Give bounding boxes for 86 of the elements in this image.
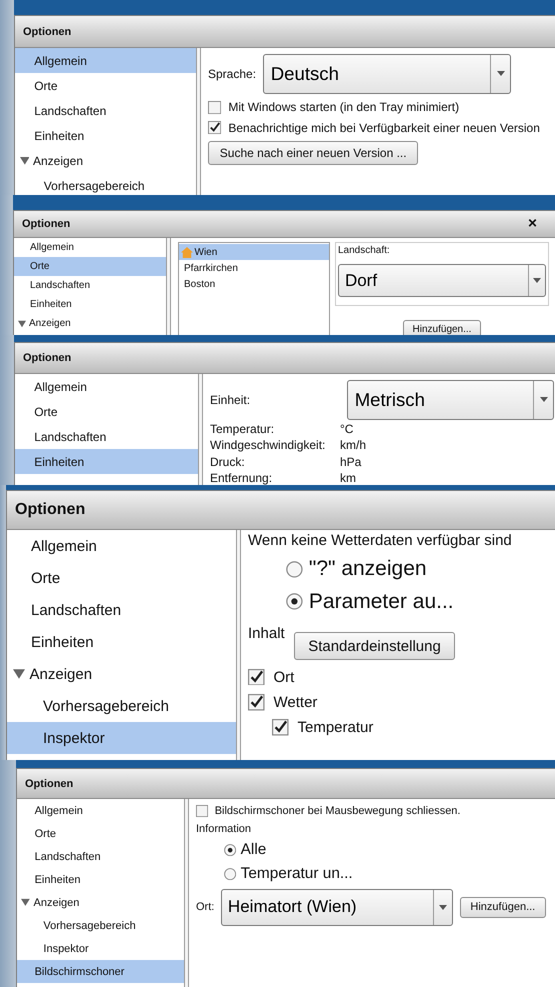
section-label: Information xyxy=(196,823,252,836)
list-item[interactable]: Boston xyxy=(179,276,329,292)
sidebar-item[interactable]: Einheiten xyxy=(14,295,166,314)
action-button[interactable]: Standardeinstellung xyxy=(294,632,456,660)
window-title: Optionen xyxy=(15,501,86,519)
unit-value: hPa xyxy=(340,454,362,469)
sidebar-item[interactable]: Landschaften xyxy=(7,594,236,626)
dropdown[interactable]: Dorf xyxy=(338,264,546,297)
radio-label: Alle xyxy=(240,841,266,860)
checkbox-label: Temperatur xyxy=(298,719,374,736)
sidebar-item[interactable]: Landschaften xyxy=(14,276,166,295)
sidebar-item[interactable]: Einheiten xyxy=(15,123,196,148)
sidebar-item[interactable]: Orte xyxy=(14,257,166,276)
sidebar-item[interactable]: Vorhersagebereich xyxy=(7,690,236,722)
sidebar-item[interactable]: Einheiten xyxy=(7,626,236,658)
sidebar-item[interactable]: Landschaften xyxy=(15,98,196,123)
field-label: Ort: xyxy=(196,901,214,914)
checkbox[interactable] xyxy=(248,668,264,686)
caret-icon xyxy=(533,278,541,283)
radio-label: "?" anzeigen xyxy=(308,557,427,582)
checkbox-label: Wetter xyxy=(274,694,318,711)
unit-label: Windgeschwindigkeit: xyxy=(210,438,326,452)
list-item[interactable]: Wien xyxy=(179,244,329,260)
radio-button[interactable] xyxy=(224,868,236,880)
sidebar-item[interactable]: Landschaften xyxy=(15,424,198,449)
list-item[interactable]: Pfarrkirchen xyxy=(179,260,329,276)
radio-button[interactable] xyxy=(286,593,303,610)
close-button[interactable]: × xyxy=(528,216,537,232)
sidebar-item[interactable]: Orte xyxy=(15,399,198,424)
checkbox-label: Mit Windows starten (in den Tray minimiert) xyxy=(228,100,460,114)
window-title: Optionen xyxy=(25,778,74,790)
checkbox[interactable] xyxy=(208,100,222,114)
radio-label: Parameter au... xyxy=(308,590,454,614)
section-label: Inhalt xyxy=(248,624,285,642)
dropdown[interactable]: Deutsch xyxy=(263,54,512,94)
group-label: Landschaft: xyxy=(338,245,391,256)
checkbox-label: Ort xyxy=(274,668,294,686)
sidebar-item[interactable]: Allgemein xyxy=(7,530,236,562)
sidebar-item[interactable]: Allgemein xyxy=(15,374,198,399)
caret-icon xyxy=(439,904,448,910)
checkbox-label: Benachrichtige mich bei Verfügbarkeit einer neuen Version xyxy=(228,120,540,135)
window-title: Optionen xyxy=(22,218,72,230)
sidebar-item[interactable]: Anzeigen xyxy=(14,314,166,333)
sidebar-item[interactable]: Orte xyxy=(17,822,184,845)
section-label: Wenn keine Wetterdaten verfügbar sind xyxy=(248,532,513,549)
checkbox-label: Bildschirmschoner bei Mausbewegung schliessen. xyxy=(214,805,460,818)
checkbox[interactable] xyxy=(208,121,222,134)
sidebar-item[interactable]: Landschaften xyxy=(17,845,184,868)
window-title: Optionen xyxy=(23,26,72,38)
radio-button[interactable] xyxy=(224,844,236,856)
action-button[interactable]: Hinzufügen... xyxy=(460,896,546,918)
sidebar-item[interactable]: Inspektor xyxy=(7,722,236,754)
caret-icon xyxy=(540,397,548,402)
unit-value: km xyxy=(340,471,356,485)
action-button[interactable]: Hinzufügen... xyxy=(402,320,482,335)
sidebar-item[interactable]: Einheiten xyxy=(15,449,198,474)
unit-label: Temperatur: xyxy=(210,422,276,436)
sidebar-item[interactable]: Anzeigen xyxy=(15,148,196,173)
radio-label: Temperatur un... xyxy=(240,865,353,884)
field-label: Einheit: xyxy=(210,392,252,407)
radio-button[interactable] xyxy=(286,560,303,578)
window-title: Optionen xyxy=(23,352,72,364)
sidebar-item[interactable]: Orte xyxy=(7,562,236,594)
dropdown[interactable]: Metrisch xyxy=(347,380,554,420)
caret-icon xyxy=(496,71,505,76)
unit-label: Entfernung: xyxy=(210,471,274,485)
checkbox[interactable] xyxy=(272,719,288,736)
sidebar-item[interactable]: Orte xyxy=(15,73,196,98)
checkbox[interactable] xyxy=(196,805,208,818)
sidebar-item[interactable]: Anzeigen xyxy=(17,891,184,914)
sidebar-item[interactable]: Allgemein xyxy=(17,799,184,822)
unit-value: km/h xyxy=(340,438,366,452)
unit-label: Druck: xyxy=(210,454,246,469)
sidebar-item[interactable]: Vorhersagebereich xyxy=(17,914,184,937)
unit-value: °C xyxy=(340,422,354,436)
sidebar-item[interactable]: Einheiten xyxy=(17,868,184,891)
dropdown[interactable]: Heimatort (Wien) xyxy=(220,889,453,926)
sidebar-item[interactable]: Allgemein xyxy=(14,238,166,257)
sidebar-item[interactable]: Bildschirmschoner xyxy=(17,960,184,983)
sidebar-item[interactable]: Vorhersagebereich xyxy=(15,173,196,195)
action-button[interactable]: Suche nach einer neuen Version ... xyxy=(208,141,418,165)
sidebar-item[interactable]: Anzeigen xyxy=(7,658,236,690)
checkbox[interactable] xyxy=(248,694,264,710)
sidebar-item[interactable]: Inspektor xyxy=(17,937,184,960)
field-label: Sprache: xyxy=(208,66,256,81)
sidebar-item[interactable]: Allgemein xyxy=(15,48,196,73)
